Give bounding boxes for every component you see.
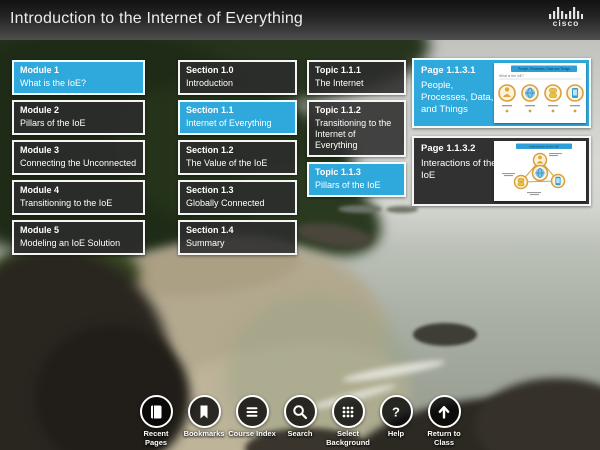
grid-dots-icon	[332, 395, 365, 428]
slide-preview-interactions-icon: Interactions of the IoE	[494, 141, 586, 201]
help-button[interactable]: ? Help	[372, 395, 420, 447]
section-tile-1-3[interactable]: Section 1.3 Globally Connected	[178, 180, 297, 215]
section-tile-1-0[interactable]: Section 1.0 Introduction	[178, 60, 297, 95]
tile-title: Pillars of the IoE	[20, 118, 137, 129]
topic-tile-1-1-1[interactable]: Topic 1.1.1 The Internet	[307, 60, 406, 95]
up-arrow-icon	[428, 395, 461, 428]
return-to-class-button[interactable]: Return to Class	[420, 395, 468, 447]
search-icon	[284, 395, 317, 428]
topics-column: Topic 1.1.1 The Internet Topic 1.1.2 Tra…	[307, 60, 406, 197]
tile-title: Interactions of the IoE	[421, 158, 499, 182]
tool-label: Search	[287, 430, 312, 439]
tile-label: Page 1.1.3.2	[421, 143, 499, 155]
tool-label: Help	[388, 430, 404, 439]
bookmarks-button[interactable]: Bookmarks	[180, 395, 228, 447]
module-tile-3[interactable]: Module 3 Connecting the Unconnected	[12, 140, 145, 175]
tile-label: Module 4	[20, 185, 137, 196]
tile-label: Topic 1.1.3	[315, 167, 398, 178]
section-tile-1-2[interactable]: Section 1.2 The Value of the IoE	[178, 140, 297, 175]
tile-title: Connecting the Unconnected	[20, 158, 137, 169]
section-tile-1-1[interactable]: Section 1.1 Internet of Everything	[178, 100, 297, 135]
cisco-logo: cisco	[546, 7, 586, 27]
thumb-title: Interactions of the IoE	[529, 145, 558, 149]
tile-title: Internet of Everything	[186, 118, 289, 129]
tile-title: What is the IoE?	[20, 78, 137, 89]
bookmark-icon	[188, 395, 221, 428]
tile-label: Module 1	[20, 65, 137, 76]
tile-title: Modeling an IoE Solution	[20, 238, 137, 249]
module-tile-1[interactable]: Module 1 What is the IoE?	[12, 60, 145, 95]
tile-label: Section 1.4	[186, 225, 289, 236]
page-tile-1-1-3-1[interactable]: Page 1.1.3.1 People, Processes, Data, an…	[412, 58, 591, 128]
svg-text:?: ?	[392, 404, 400, 419]
tile-title: People, Processes, Data, and Things	[421, 80, 499, 116]
header-bar: Introduction to the Internet of Everythi…	[0, 0, 600, 40]
tile-label: Module 2	[20, 105, 137, 116]
tile-label: Module 3	[20, 145, 137, 156]
topic-tile-1-1-2[interactable]: Topic 1.1.2 Transitioning to the Interne…	[307, 100, 406, 157]
topic-tile-1-1-3[interactable]: Topic 1.1.3 Pillars of the IoE	[307, 162, 406, 197]
rock-shape	[413, 323, 477, 346]
question-icon: ?	[380, 395, 413, 428]
tile-label: Page 1.1.3.1	[421, 65, 499, 77]
tool-label: Course Index	[228, 430, 276, 439]
search-button[interactable]: Search	[276, 395, 324, 447]
tile-label: Section 1.0	[186, 65, 289, 76]
thumb-note: What is the IoE?	[499, 74, 524, 78]
course-index-button[interactable]: Course Index	[228, 395, 276, 447]
tile-label: Topic 1.1.1	[315, 65, 398, 76]
tile-label: Topic 1.1.2	[315, 105, 398, 116]
module-tile-4[interactable]: Module 4 Transitioning to the IoE	[12, 180, 145, 215]
course-index-screen: Introduction to the Internet of Everythi…	[0, 0, 600, 450]
tile-title: Transitioning to the IoE	[20, 198, 137, 209]
sections-column: Section 1.0 Introduction Section 1.1 Int…	[178, 60, 297, 255]
page-title: Introduction to the Internet of Everythi…	[10, 10, 303, 28]
tool-label: Return to Class	[420, 430, 468, 447]
page-thumbnail: People, Processes, Data and Things What …	[494, 63, 586, 123]
tile-title: The Value of the IoE	[186, 158, 289, 169]
pages-column: Page 1.1.3.1 People, Processes, Data, an…	[412, 58, 591, 206]
island-shape	[338, 205, 382, 213]
tile-label: Section 1.1	[186, 105, 289, 116]
tile-title: Summary	[186, 238, 289, 249]
tile-title: Pillars of the IoE	[315, 180, 398, 191]
tile-title: Introduction	[186, 78, 289, 89]
list-icon	[236, 395, 269, 428]
tool-label: Select Background	[324, 430, 372, 447]
module-tile-2[interactable]: Module 2 Pillars of the IoE	[12, 100, 145, 135]
bottom-toolbar: Recent Pages Bookmarks Course	[0, 395, 600, 447]
tile-label: Section 1.3	[186, 185, 289, 196]
modules-column: Module 1 What is the IoE? Module 2 Pilla…	[12, 60, 145, 255]
page-tile-1-1-3-2[interactable]: Page 1.1.3.2 Interactions of the IoE Int…	[412, 136, 591, 206]
tile-title: Transitioning to the Internet of Everyth…	[315, 118, 398, 151]
tool-label: Recent Pages	[132, 430, 180, 447]
tile-label: Section 1.2	[186, 145, 289, 156]
tile-title: The Internet	[315, 78, 398, 89]
island-shape	[386, 206, 418, 213]
tile-title: Globally Connected	[186, 198, 289, 209]
slide-preview-pillars-icon: People, Processes, Data and Things What …	[494, 63, 586, 123]
tile-label: Module 5	[20, 225, 137, 236]
recent-pages-icon	[140, 395, 173, 428]
select-background-button[interactable]: Select Background	[324, 395, 372, 447]
page-thumbnail: Interactions of the IoE	[494, 141, 586, 201]
recent-pages-button[interactable]: Recent Pages	[132, 395, 180, 447]
section-tile-1-4[interactable]: Section 1.4 Summary	[178, 220, 297, 255]
cisco-wordmark: cisco	[546, 19, 586, 27]
thumb-title: People, Processes, Data and Things	[518, 67, 570, 71]
module-tile-5[interactable]: Module 5 Modeling an IoE Solution	[12, 220, 145, 255]
tool-label: Bookmarks	[184, 430, 225, 439]
